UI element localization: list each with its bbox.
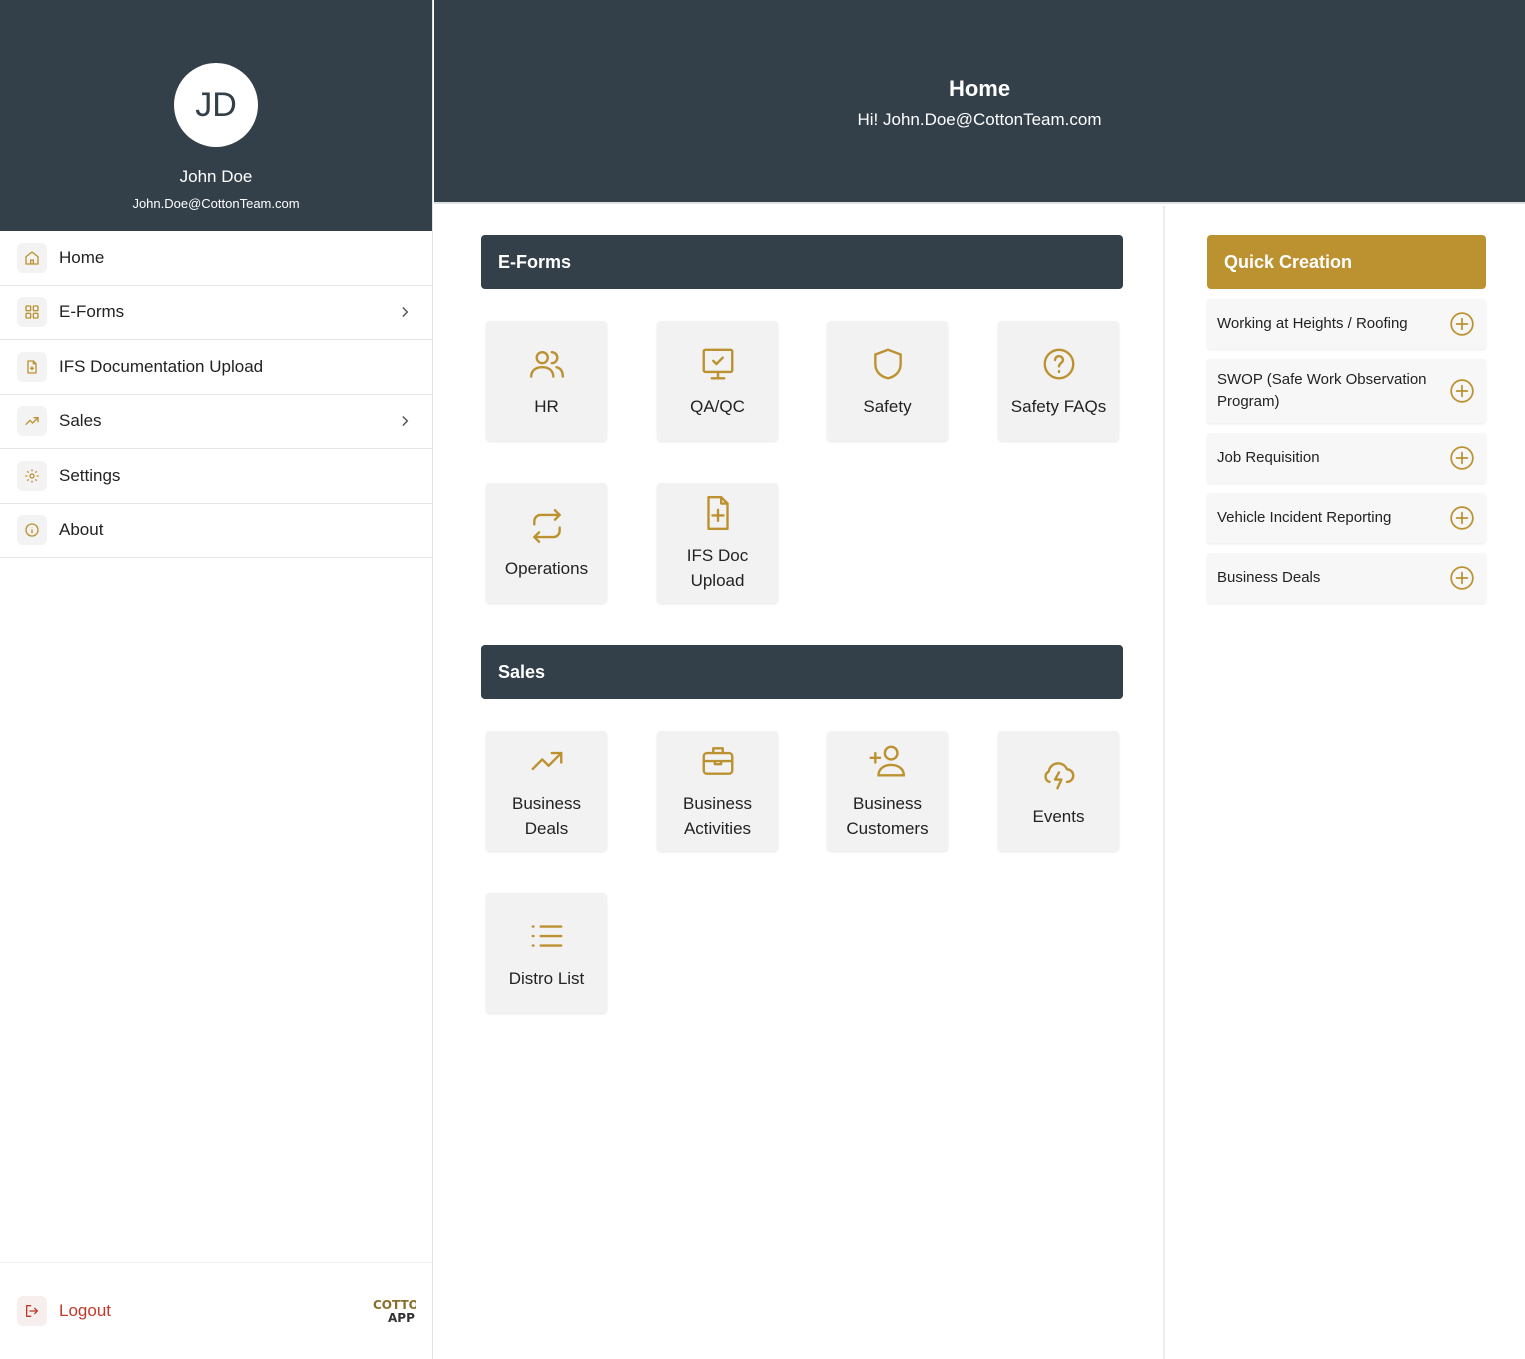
sidebar-item-eforms[interactable]: E-Forms	[0, 286, 432, 340]
profile-header: JD John Doe John.Doe@CottonTeam.com	[0, 0, 432, 231]
svg-text:APP: APP	[388, 1311, 415, 1325]
user-plus-icon	[868, 741, 908, 781]
gear-icon	[17, 460, 47, 491]
plus-circle-icon[interactable]	[1449, 505, 1475, 531]
logout-label: Logout	[59, 1301, 111, 1320]
avatar[interactable]: JD	[174, 63, 258, 147]
tile-safety-faqs[interactable]: Safety FAQs	[998, 321, 1119, 441]
sidebar-item-ifs-upload[interactable]: IFS Documentation Upload	[0, 340, 432, 395]
quick-item-business-deals[interactable]: Business Deals	[1207, 553, 1486, 603]
tile-events[interactable]: Events	[998, 731, 1119, 851]
svg-text:COTTON: COTTON	[373, 1298, 416, 1312]
question-circle-icon	[1039, 344, 1079, 384]
sidebar-item-about[interactable]: About	[0, 504, 432, 558]
tile-distro-list[interactable]: Distro List	[486, 893, 607, 1013]
quick-item-label: Business Deals	[1217, 569, 1321, 586]
sidebar-item-label: Settings	[59, 465, 121, 485]
greeting: Hi! John.Doe@CottonTeam.com	[857, 110, 1102, 129]
tile-business-deals[interactable]: Business Deals	[486, 731, 607, 851]
shield-icon	[868, 344, 908, 384]
quick-item-label: Job Requisition	[1217, 449, 1320, 466]
sidebar-item-sales[interactable]: Sales	[0, 395, 432, 449]
tile-safety[interactable]: Safety	[827, 321, 948, 441]
sidebar-item-label: About	[59, 520, 104, 540]
quick-item-working-at-heights[interactable]: Working at Heights / Roofing	[1207, 299, 1486, 349]
eforms-section-header: E-Forms	[481, 235, 1123, 289]
tile-label: Safety FAQs	[1010, 396, 1107, 416]
quick-creation-panel: Quick Creation Working at Heights / Roof…	[1207, 235, 1486, 603]
main-content: E-Forms HR QA/QC Safety Safety FAQs Oper…	[434, 206, 1165, 1359]
sidebar-item-label: Home	[59, 247, 105, 267]
tile-label: QA/QC	[690, 396, 745, 416]
info-icon	[17, 515, 47, 546]
file-plus-icon	[17, 351, 47, 382]
profile-name: John Doe	[179, 167, 253, 186]
tile-label: Business Activities	[683, 794, 752, 838]
tile-label: Events	[1032, 806, 1085, 826]
quick-item-job-requisition[interactable]: Job Requisition	[1207, 433, 1486, 483]
sales-section-header: Sales	[481, 645, 1123, 699]
users-icon	[527, 344, 567, 384]
trending-up-icon	[527, 741, 567, 781]
sidebar-item-label: Sales	[59, 411, 102, 431]
plus-circle-icon[interactable]	[1449, 378, 1475, 404]
tile-label: Business Deals	[512, 794, 581, 838]
logout-button[interactable]: Logout COTTON APP	[0, 1262, 432, 1359]
quick-creation-header: Quick Creation	[1207, 235, 1486, 289]
plus-circle-icon[interactable]	[1449, 445, 1475, 471]
briefcase-icon	[698, 741, 738, 781]
tile-operations[interactable]: Operations	[486, 483, 607, 603]
tile-label: Safety	[863, 396, 912, 416]
sidebar-item-settings[interactable]: Settings	[0, 449, 432, 504]
sidebar-item-home[interactable]: Home	[0, 231, 432, 286]
grid-icon	[17, 297, 47, 328]
repeat-icon	[527, 506, 567, 546]
sidebar-item-label: IFS Documentation Upload	[59, 356, 264, 376]
plus-circle-icon[interactable]	[1449, 311, 1475, 337]
tile-business-activities[interactable]: Business Activities	[657, 731, 778, 851]
page-header: Home Hi! John.Doe@CottonTeam.com	[434, 0, 1525, 204]
cloud-lightning-icon	[1039, 754, 1079, 794]
sidebar-nav: Home E-Forms IFS Documentation Upload Sa…	[0, 231, 432, 558]
quick-item-vehicle-incident[interactable]: Vehicle Incident Reporting	[1207, 493, 1486, 543]
plus-circle-icon[interactable]	[1449, 565, 1475, 591]
quick-item-label: SWOP (Safe Work Observation Program)	[1217, 371, 1427, 410]
sidebar: JD John Doe John.Doe@CottonTeam.com Home…	[0, 0, 433, 1359]
chevron-right-icon	[402, 416, 409, 427]
monitor-check-icon	[698, 344, 738, 384]
tile-qaqc[interactable]: QA/QC	[657, 321, 778, 441]
tile-label: IFS Doc Upload	[686, 546, 749, 590]
tile-hr[interactable]: HR	[486, 321, 607, 441]
trending-up-icon	[17, 406, 47, 437]
tile-business-customers[interactable]: Business Customers	[827, 731, 948, 851]
quick-item-label: Vehicle Incident Reporting	[1217, 509, 1392, 526]
tile-label: Distro List	[508, 968, 585, 988]
quick-item-label: Working at Heights / Roofing	[1217, 315, 1408, 332]
home-icon	[17, 242, 47, 273]
quick-item-swop[interactable]: SWOP (Safe Work Observation Program)	[1207, 359, 1486, 423]
chevron-right-icon	[402, 307, 409, 318]
cotton-app-logo: COTTON APP	[373, 1298, 416, 1325]
tile-label: Business Customers	[846, 794, 929, 838]
tile-label: Operations	[504, 558, 589, 578]
logout-icon	[17, 1296, 47, 1326]
profile-email: John.Doe@CottonTeam.com	[132, 196, 300, 211]
file-plus-icon	[698, 493, 738, 533]
sidebar-item-label: E-Forms	[59, 302, 125, 322]
tile-label: HR	[534, 396, 559, 416]
tile-ifs-doc-upload[interactable]: IFS Doc Upload	[657, 483, 778, 603]
page-title: Home	[948, 76, 1011, 101]
list-icon	[527, 916, 567, 956]
